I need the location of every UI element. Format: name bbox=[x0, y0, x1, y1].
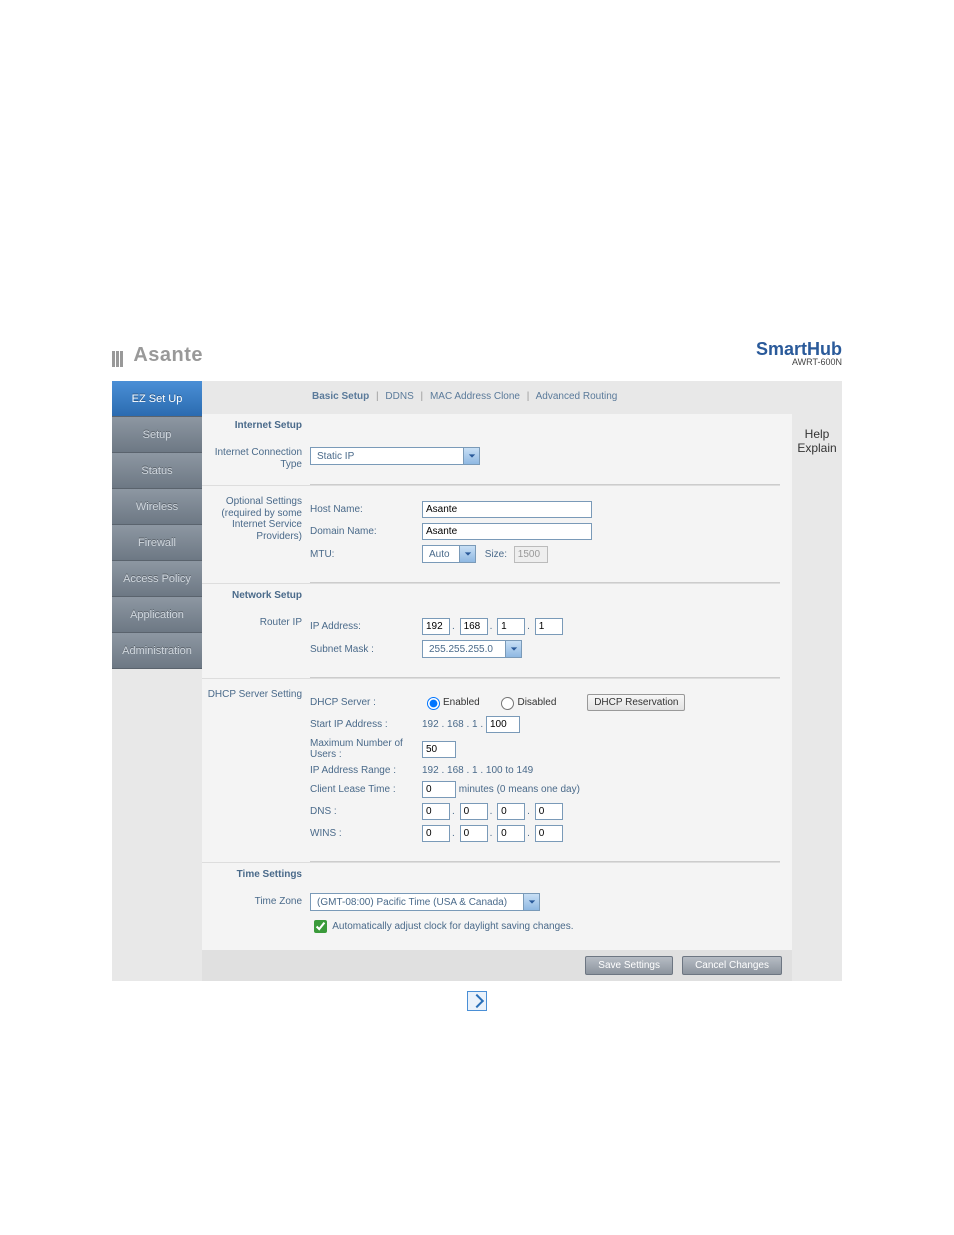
router-ip-octet-1[interactable] bbox=[422, 618, 450, 635]
sub-tabs: Basic Setup | DDNS | MAC Address Clone |… bbox=[202, 381, 792, 414]
label-max-users: Maximum Number of Users : bbox=[310, 738, 422, 760]
dns-octet-3[interactable] bbox=[497, 803, 525, 820]
label-host-name: Host Name: bbox=[310, 504, 422, 515]
brand-logo: Asante bbox=[112, 344, 203, 367]
start-ip-prefix: 192 . 168 . 1 . bbox=[422, 719, 483, 730]
ip-range-value: 192 . 168 . 1 . 100 to 149 bbox=[422, 765, 780, 776]
wins-octet-3[interactable] bbox=[497, 825, 525, 842]
tab-advanced-routing[interactable]: Advanced Routing bbox=[536, 391, 618, 402]
chevron-down-icon bbox=[505, 641, 521, 657]
section-dhcp: DHCP Server Setting bbox=[206, 689, 302, 701]
sidebar: EZ Set Up Setup Status Wireless Firewall… bbox=[112, 381, 202, 981]
sidebar-item-status[interactable]: Status bbox=[112, 453, 202, 489]
sidebar-item-ez-setup[interactable]: EZ Set Up bbox=[112, 381, 202, 417]
domain-name-input[interactable] bbox=[422, 523, 592, 540]
wins-octet-1[interactable] bbox=[422, 825, 450, 842]
dhcp-enabled-radio[interactable]: Enabled bbox=[422, 697, 480, 708]
help-link[interactable]: Help Explain bbox=[792, 427, 842, 456]
label-mtu-size: Size: bbox=[485, 549, 507, 560]
internet-connection-type-select[interactable]: Static IP bbox=[310, 447, 480, 465]
label-domain-name: Domain Name: bbox=[310, 526, 422, 537]
dhcp-reservation-button[interactable]: DHCP Reservation bbox=[587, 694, 685, 711]
sidebar-item-access-policy[interactable]: Access Policy bbox=[112, 561, 202, 597]
lease-time-suffix: minutes (0 means one day) bbox=[459, 784, 580, 795]
sidebar-item-application[interactable]: Application bbox=[112, 597, 202, 633]
dns-octet-2[interactable] bbox=[460, 803, 488, 820]
cancel-changes-button[interactable]: Cancel Changes bbox=[682, 956, 782, 975]
mtu-size-input bbox=[514, 546, 548, 563]
brand-name: Asante bbox=[133, 344, 203, 366]
label-conn-type: Internet Connection Type bbox=[206, 447, 302, 470]
dns-octet-4[interactable] bbox=[535, 803, 563, 820]
mtu-mode-select[interactable]: Auto bbox=[422, 545, 476, 563]
chevron-down-icon bbox=[463, 448, 479, 464]
sidebar-item-wireless[interactable]: Wireless bbox=[112, 489, 202, 525]
wins-octet-2[interactable] bbox=[460, 825, 488, 842]
time-zone-select[interactable]: (GMT-08:00) Pacific Time (USA & Canada) bbox=[310, 893, 540, 911]
label-lease-time: Client Lease Time : bbox=[310, 784, 422, 795]
label-ip-range: IP Address Range : bbox=[310, 765, 422, 776]
label-mtu: MTU: bbox=[310, 549, 422, 560]
product-name: SmartHub AWRT-600N bbox=[756, 340, 842, 367]
label-dns: DNS : bbox=[310, 806, 422, 817]
tab-mac-clone[interactable]: MAC Address Clone bbox=[430, 391, 520, 402]
label-wins: WINS : bbox=[310, 828, 422, 839]
router-ip-octet-2[interactable] bbox=[460, 618, 488, 635]
max-users-input[interactable] bbox=[422, 741, 456, 758]
section-network-setup: Network Setup bbox=[206, 590, 302, 601]
popup-icon[interactable] bbox=[467, 991, 487, 1011]
start-ip-input[interactable] bbox=[486, 716, 520, 733]
router-ip-octet-3[interactable] bbox=[497, 618, 525, 635]
sidebar-item-firewall[interactable]: Firewall bbox=[112, 525, 202, 561]
sidebar-item-setup[interactable]: Setup bbox=[112, 417, 202, 453]
tab-ddns[interactable]: DDNS bbox=[385, 391, 413, 402]
lease-time-input[interactable] bbox=[422, 781, 456, 798]
wins-octet-4[interactable] bbox=[535, 825, 563, 842]
section-time-settings: Time Settings bbox=[206, 869, 302, 880]
chevron-down-icon bbox=[523, 894, 539, 910]
chevron-down-icon bbox=[459, 546, 475, 562]
label-subnet-mask: Subnet Mask : bbox=[310, 644, 422, 655]
label-dhcp-server: DHCP Server : bbox=[310, 697, 422, 708]
tab-basic-setup[interactable]: Basic Setup bbox=[312, 391, 369, 402]
host-name-input[interactable] bbox=[422, 501, 592, 518]
dns-octet-1[interactable] bbox=[422, 803, 450, 820]
router-ip-octet-4[interactable] bbox=[535, 618, 563, 635]
auto-dst-checkbox[interactable]: Automatically adjust clock for daylight … bbox=[310, 921, 573, 932]
label-start-ip: Start IP Address : bbox=[310, 719, 422, 730]
label-ip-address: IP Address: bbox=[310, 621, 422, 632]
subnet-mask-select[interactable]: 255.255.255.0 bbox=[422, 640, 522, 658]
dhcp-disabled-radio[interactable]: Disabled bbox=[496, 697, 556, 708]
label-optional-settings: Optional Settings (required by some Inte… bbox=[206, 496, 302, 542]
section-internet-setup: Internet Setup bbox=[206, 420, 302, 431]
label-router-ip: Router IP bbox=[206, 617, 302, 629]
save-settings-button[interactable]: Save Settings bbox=[585, 956, 673, 975]
sidebar-item-administration[interactable]: Administration bbox=[112, 633, 202, 669]
label-time-zone: Time Zone bbox=[206, 896, 302, 908]
